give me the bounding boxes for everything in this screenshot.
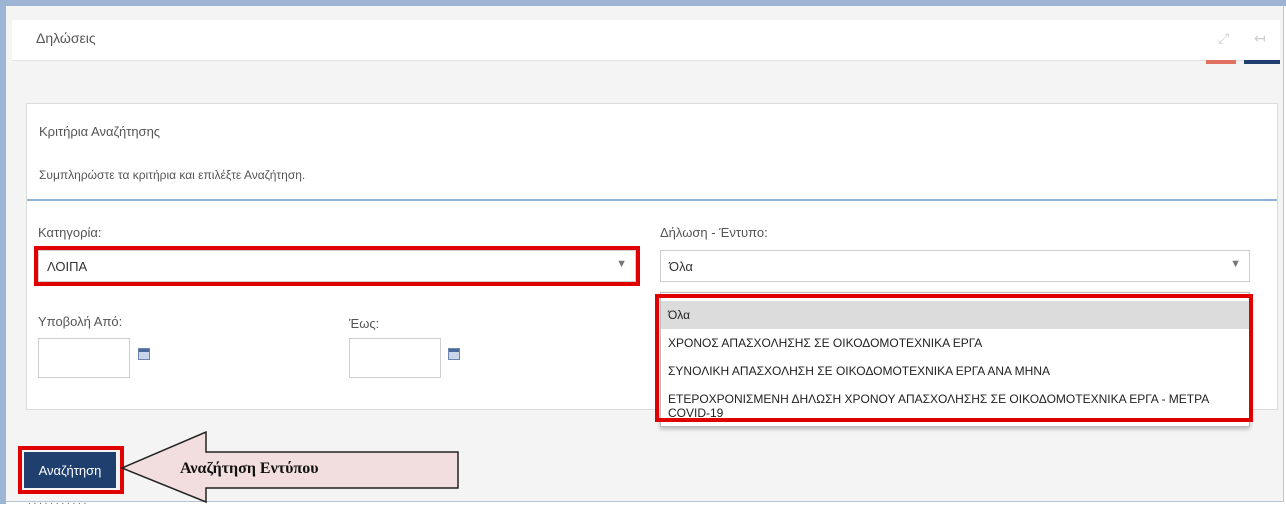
calendar-icon[interactable] <box>138 348 150 360</box>
category-label: Κατηγορία: <box>38 225 102 240</box>
from-date-input[interactable] <box>38 338 130 378</box>
to-date-input[interactable] <box>349 338 441 378</box>
expand-icon[interactable]: ⤢ <box>1218 30 1229 47</box>
panel-subtitle: Συμπληρώστε τα κριτήρια και επιλέξτε Ανα… <box>39 168 306 182</box>
accent-bar-red <box>1206 60 1236 64</box>
callout-label: Αναζήτηση Εντύπου <box>180 460 319 477</box>
section-header: Δηλώσεις ⤢ ↤ <box>12 20 1280 61</box>
chevron-down-icon: ▼ <box>1230 258 1241 270</box>
form-select[interactable]: Όλα ▼ <box>660 250 1250 282</box>
panel-header: Κριτήρια Αναζήτησης Συμπληρώστε τα κριτή… <box>27 104 1277 201</box>
dropdown-highlight-box <box>655 294 1253 422</box>
from-label: Υποβολή Από: <box>38 314 123 329</box>
left-border <box>0 0 6 504</box>
calendar-icon[interactable] <box>448 348 460 360</box>
search-button[interactable]: Αναζήτηση <box>24 452 116 488</box>
to-label: Έως: <box>349 316 380 331</box>
collapse-icon[interactable]: ↤ <box>1254 30 1266 47</box>
category-highlight-box <box>34 246 640 286</box>
form-label: Δήλωση - Έντυπο: <box>660 225 768 240</box>
accent-bar-blue <box>1244 60 1280 64</box>
top-border <box>0 0 1286 6</box>
panel-title: Κριτήρια Αναζήτησης <box>39 124 161 139</box>
form-value: Όλα <box>669 259 693 274</box>
section-title: Δηλώσεις <box>36 30 96 46</box>
cut-off-text: . . . . . . . . . . . <box>28 496 87 507</box>
